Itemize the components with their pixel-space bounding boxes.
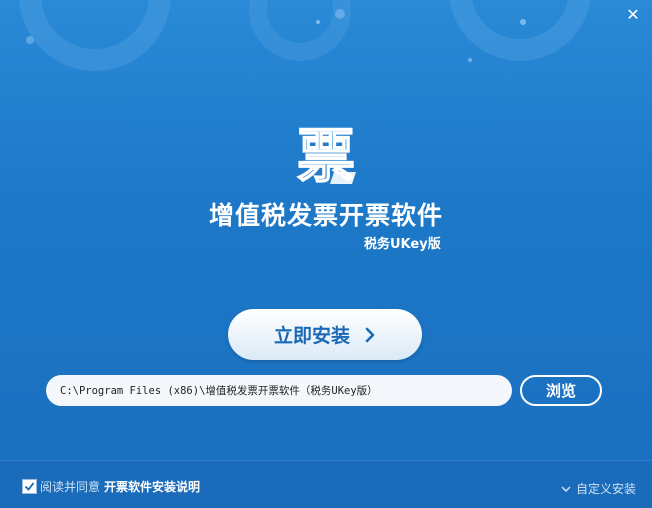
- background-decoration: [19, 0, 591, 71]
- browse-button[interactable]: 浏览: [520, 375, 602, 406]
- product-edition: 税务UKey版: [364, 237, 441, 252]
- custom-install-label: 自定义安装: [575, 482, 636, 496]
- close-icon: ✕: [626, 5, 640, 24]
- install-now-button[interactable]: 立即安装: [228, 309, 422, 360]
- custom-install-button[interactable]: 自定义安装: [561, 480, 636, 497]
- installer-window: ✕ 票 增值税发票开票软件 税务UKey版 立即安装 浏览 阅读并同意: [0, 0, 652, 508]
- agree-checkbox[interactable]: [22, 479, 37, 494]
- footer-bar: 阅读并同意 开票软件安装说明 自定义安装: [0, 460, 652, 508]
- install-path-field[interactable]: [46, 375, 512, 406]
- close-button[interactable]: ✕: [624, 6, 642, 24]
- install-now-label: 立即安装: [273, 325, 350, 347]
- install-instructions-link[interactable]: 开票软件安装说明: [104, 478, 200, 495]
- checkmark-icon: [24, 482, 35, 491]
- agree-text: 阅读并同意: [40, 480, 101, 494]
- agreement: 阅读并同意 开票软件安装说明: [22, 478, 200, 495]
- chevron-right-icon: [365, 327, 375, 342]
- product-logo: 票: [296, 121, 356, 188]
- product-title: 增值税发票开票软件: [208, 201, 443, 230]
- chevron-down-icon: [561, 485, 571, 492]
